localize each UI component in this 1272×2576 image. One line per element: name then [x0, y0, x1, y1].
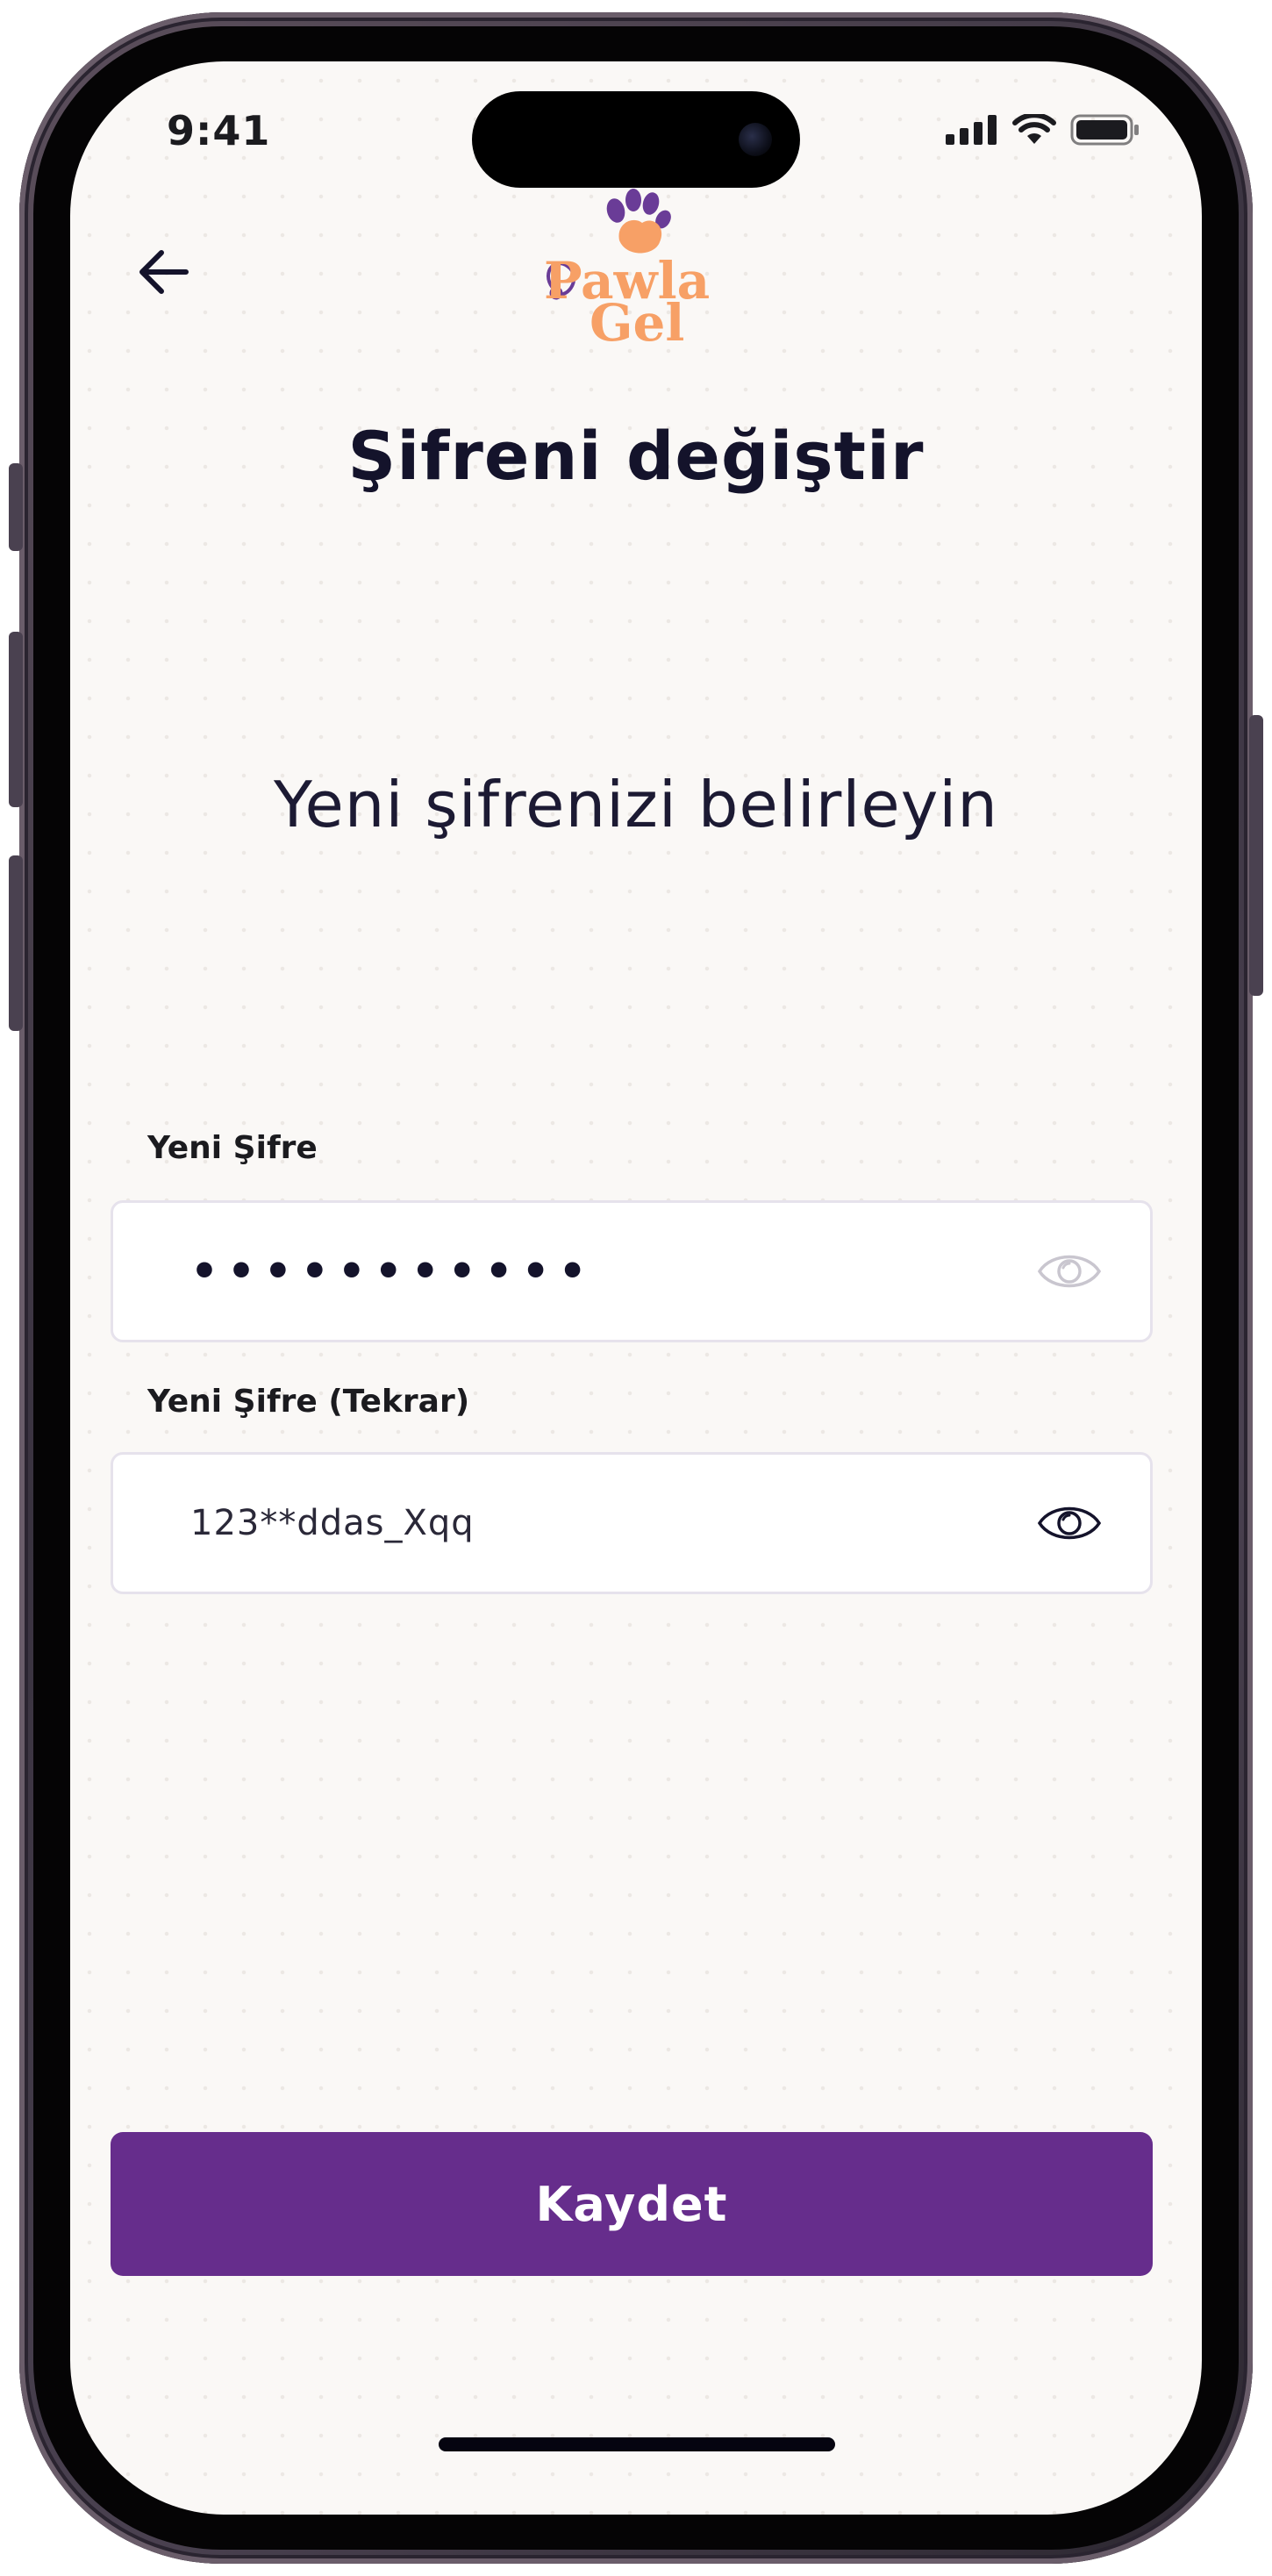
repeat-password-field[interactable]: 123**ddas_Xqq	[111, 1452, 1153, 1594]
volume-up-button	[9, 632, 23, 807]
power-button	[1249, 715, 1263, 996]
home-indicator[interactable]	[439, 2437, 835, 2451]
back-button[interactable]	[119, 228, 207, 316]
pawla-gel-logo: Pawla Gel	[535, 184, 737, 353]
new-password-field[interactable]: •••••••••••	[111, 1200, 1153, 1342]
silent-switch	[9, 463, 23, 551]
battery-icon	[1070, 114, 1139, 146]
page-title: Şifreni değiştir	[347, 417, 925, 495]
device-stage: 9:41 Pawla Gel Şifreni değiştir Yeni şif…	[0, 0, 1272, 2576]
cellular-signal-icon	[946, 115, 997, 145]
eye-icon	[1037, 1255, 1102, 1288]
toggle-new-password-visibility[interactable]	[1034, 1247, 1104, 1296]
dynamic-island	[472, 91, 800, 188]
svg-text:Gel: Gel	[590, 293, 684, 351]
status-time: 9:41	[167, 107, 271, 154]
wifi-icon	[1012, 114, 1056, 144]
front-camera	[739, 123, 772, 156]
page-subtitle: Yeni şifrenizi belirleyin	[274, 768, 998, 841]
paw-icon	[606, 189, 671, 254]
toggle-repeat-password-visibility[interactable]	[1034, 1499, 1104, 1548]
volume-down-button	[9, 855, 23, 1031]
new-password-value: •••••••••••	[190, 1246, 596, 1297]
new-password-label: Yeni Şifre	[147, 1130, 318, 1166]
arrow-left-icon	[139, 250, 189, 294]
repeat-password-label: Yeni Şifre (Tekrar)	[147, 1384, 470, 1420]
status-icons	[946, 114, 1140, 146]
screen: 9:41 Pawla Gel Şifreni değiştir Yeni şif…	[70, 61, 1202, 2515]
repeat-password-value: 123**ddas_Xqq	[190, 1503, 475, 1543]
eye-icon	[1037, 1506, 1102, 1540]
save-button[interactable]: Kaydet	[111, 2132, 1153, 2276]
